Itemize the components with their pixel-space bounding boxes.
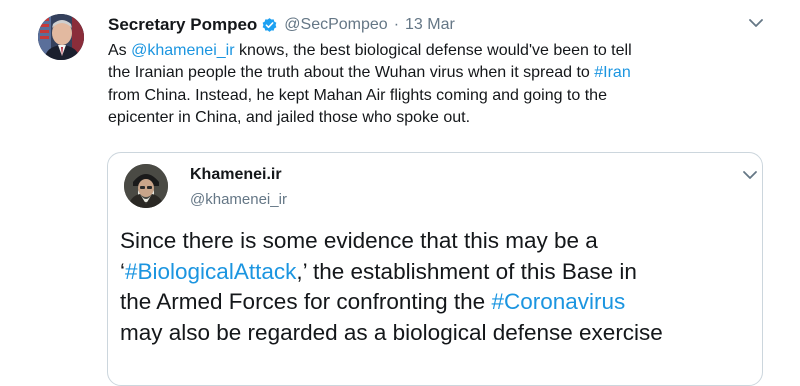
author-handle[interactable]: @SecPompeo [284,16,387,34]
text-line: Since there is some evidence that this m… [120,226,760,257]
quoted-tweet-text: Since there is some evidence that this m… [120,226,760,349]
text-segment: As [108,42,132,59]
chevron-down-icon[interactable] [748,17,764,29]
tweet[interactable]: Secretary Pompeo @SecPompeo · 13 Mar As … [0,0,800,386]
hashtag-link[interactable]: #Iran [594,64,630,81]
author-name[interactable]: Secretary Pompeo [108,15,257,35]
text-segment: from China. Instead, he kept Mahan Air f… [108,86,607,104]
text-segment: the Iranian people the truth about the W… [108,64,595,82]
text-segment: epicenter in China, and jailed those who… [108,109,471,127]
author-avatar[interactable] [38,14,84,60]
verified-badge-icon [262,17,277,32]
quoted-tweet[interactable]: Khamenei.ir @khamenei_ir Since there is … [107,152,763,386]
quoted-author-avatar[interactable] [124,164,168,208]
tweet-header: Secretary Pompeo @SecPompeo · 13 Mar [108,13,455,37]
mention-link[interactable]: @khamenei_ir [131,42,234,59]
tweet-date[interactable]: 13 Mar [405,16,455,34]
quoted-author-name[interactable]: Khamenei.ir [190,166,282,184]
quoted-author-handle[interactable]: @khamenei_ir [190,191,287,208]
text-segment: Since there is some evidence that this m… [120,228,598,253]
text-line: may also be regarded as a biological def… [120,318,760,349]
text-line: from China. Instead, he kept Mahan Air f… [108,85,748,107]
text-line: ‘#BiologicalAttack,’ the establishment o… [120,257,760,288]
chevron-down-icon[interactable] [742,169,758,181]
separator-dot: · [393,16,400,33]
hashtag-link[interactable]: #Coronavirus [491,289,625,314]
text-segment: knows, the best biological defense would… [234,42,632,59]
text-segment: ,’ the establishment of this Base in [296,258,637,284]
text-line: epicenter in China, and jailed those who… [108,107,748,129]
hashtag-link[interactable]: #BiologicalAttack [125,259,296,284]
text-segment: may also be regarded as a biological def… [120,320,663,346]
text-line: As @khamenei_ir knows, the best biologic… [108,40,748,62]
text-segment: the Armed Forces for confronting the [120,289,492,315]
tweet-text: As @khamenei_ir knows, the best biologic… [108,40,748,130]
text-line: the Armed Forces for confronting the #Co… [120,287,760,318]
text-line: the Iranian people the truth about the W… [108,62,748,84]
